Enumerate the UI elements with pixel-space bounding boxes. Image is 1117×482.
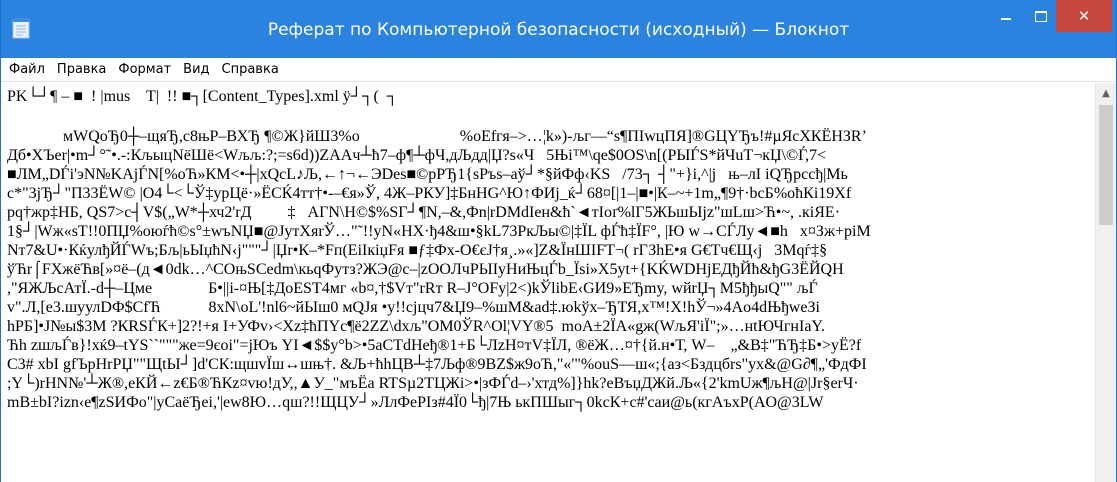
document-line: pq†жр‡НБ, QS7>c┤V$(„W*┼хч2'rД ‡ АГN\Н©$%… bbox=[7, 204, 841, 221]
document-line: ;Y└)rНN№'┴Ж®,eКЙ←z€Б®ЋКz¤vю!дУ,,▲У_"мъЁа… bbox=[7, 375, 859, 392]
document-line: hPБ]•J№ы$3M ?КRSЃК+]2?!+я I+УФv›<Xz‡ћПYc… bbox=[7, 318, 825, 335]
document-line: Nт7&U•·КќулђЙЃWъ;Бљ|ьЫџћN‹j"""┘|Џr•К–*Fп… bbox=[7, 242, 828, 259]
maximize-icon bbox=[1035, 10, 1047, 22]
document-line: c*"3jЂ┘"П33ЁW© |O4└<└Ў‡уpЦё·»ЁСЌ4тт†•-–€… bbox=[7, 185, 852, 202]
vertical-scrollbar[interactable]: ▲ bbox=[1095, 83, 1116, 482]
menu-format[interactable]: Формат bbox=[112, 59, 177, 81]
document-line: Дб•ХЪеr|•m┘°˜•.-:КљыцNёШё<Wљљ:?;=s6d))ZA… bbox=[7, 147, 827, 164]
menu-bar: Файл Правка Формат Вид Справка bbox=[1, 58, 1116, 82]
document-line: v".Л,[e3.шуулDФ$СfЋ 8xN\оL'!nl6~йЫш0 мQЈ… bbox=[7, 299, 820, 316]
title-bar[interactable]: Реферат по Компьютерной безопасности (ис… bbox=[1, 0, 1116, 58]
document-line: ■ЛМ„DЃі'эN№KAjЃN[%оЋ»КМ<•┼|xQcL♪Љ,←↑¬←ЭD… bbox=[7, 166, 848, 183]
notepad-window: Реферат по Компьютерной безопасности (ис… bbox=[0, 0, 1117, 482]
close-icon: ✕ bbox=[1077, 6, 1091, 25]
close-button[interactable]: ✕ bbox=[1056, 0, 1112, 32]
document-line: 1§┘|Wж«sT!!0ПЏ%оюѓћ©s°±wъNЏ■@JутХяrЎ…"˜!… bbox=[7, 223, 871, 240]
menu-file[interactable]: Файл bbox=[3, 59, 51, 81]
document-line: мWQoЂ0┼–щяЂ,с8њР–ВХЂ ¶©Ж}йШ3%о %оEfгя–>…… bbox=[7, 128, 867, 145]
document-line: mB±bI?izn‹e¶zSИФо"|уСаёЂеі,'|ew8Ю…qш?!!Щ… bbox=[7, 394, 824, 411]
menu-help[interactable]: Справка bbox=[216, 59, 285, 81]
window-title: Реферат по Компьютерной безопасности (ис… bbox=[267, 20, 850, 40]
document-line: PK└┘¶ – ■ ! |mus T| !! ■┐[Content_Types]… bbox=[7, 88, 399, 105]
text-editor[interactable]: PK└┘¶ – ■ ! |mus T| !! ■┐[Content_Types]… bbox=[1, 83, 1095, 482]
maximize-button[interactable] bbox=[1026, 0, 1056, 32]
document-line: C3# xbI gfЪрНrРЏ""ЩtЫ┘]d'СК:щшvЇш↔шњ†. &… bbox=[7, 356, 867, 373]
scroll-up-arrow-icon[interactable]: ▲ bbox=[1096, 83, 1116, 103]
menu-edit[interactable]: Правка bbox=[51, 59, 112, 81]
menu-view[interactable]: Вид bbox=[177, 59, 215, 81]
document-line: ,"ЯЖЉсАтЇ.-d┼–Цме Б•||i-¤Њ[‡ДоEST4мг «b¤… bbox=[7, 280, 818, 297]
minimize-button[interactable] bbox=[986, 0, 1026, 32]
scrollbar-thumb[interactable] bbox=[1099, 105, 1113, 225]
minimize-icon bbox=[1001, 18, 1011, 20]
document-line: ўЋr⌠FXжёЋв[»¤ё–(д◄0dk…^COњSCеdm\кьqФутз?… bbox=[7, 261, 844, 278]
document-line: Ћh zшљЃв}!xќ9–tYS``"""же=9єоі"=jЮъ YI◄$$… bbox=[7, 337, 862, 354]
